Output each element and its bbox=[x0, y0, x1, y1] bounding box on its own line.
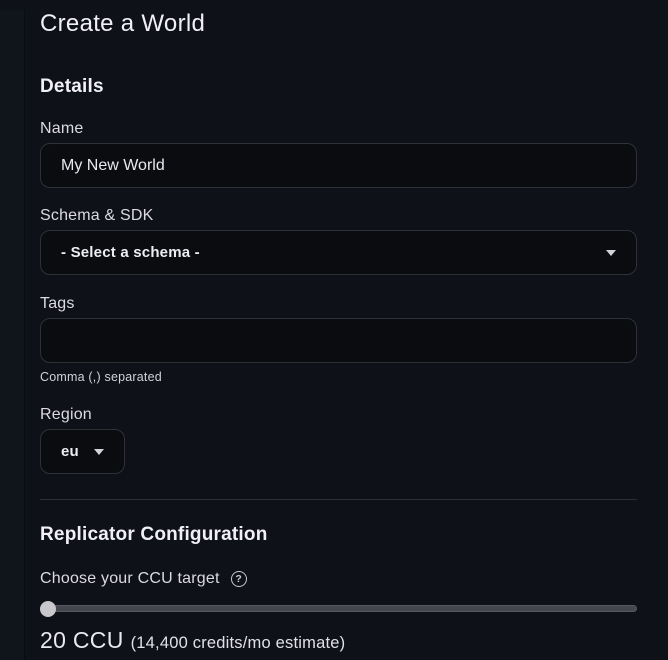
region-select[interactable]: eu bbox=[40, 429, 125, 474]
region-label: Region bbox=[40, 406, 637, 424]
tags-helper-text: Comma (,) separated bbox=[40, 370, 637, 384]
help-question-icon[interactable]: ? bbox=[231, 571, 247, 587]
slider-thumb[interactable] bbox=[40, 601, 56, 617]
ccu-value-text: 20 CCU bbox=[40, 627, 124, 654]
chevron-down-icon bbox=[94, 449, 104, 455]
ccu-target-label-row: Choose your CCU target ? bbox=[40, 570, 637, 588]
ccu-slider[interactable] bbox=[40, 601, 637, 617]
schema-sdk-label: Schema & SDK bbox=[40, 207, 637, 225]
region-select-value: eu bbox=[61, 443, 79, 460]
schema-select-value: - Select a schema - bbox=[61, 244, 200, 261]
tags-input[interactable] bbox=[40, 318, 637, 363]
page-title: Create a World bbox=[40, 10, 637, 38]
name-input[interactable] bbox=[40, 143, 637, 188]
details-section-heading: Details bbox=[40, 76, 637, 98]
chevron-down-icon bbox=[606, 250, 616, 256]
ccu-target-label: Choose your CCU target bbox=[40, 570, 220, 588]
create-world-form: Create a World Details Name Schema & SDK… bbox=[0, 10, 668, 654]
schema-select[interactable]: - Select a schema - bbox=[40, 230, 637, 275]
ccu-value-row: 20 CCU (14,400 credits/mo estimate) bbox=[40, 627, 637, 654]
section-divider bbox=[40, 499, 637, 500]
ccu-estimate-text: (14,400 credits/mo estimate) bbox=[131, 634, 346, 653]
tags-label: Tags bbox=[40, 295, 637, 313]
slider-track bbox=[40, 605, 637, 612]
name-label: Name bbox=[40, 120, 637, 138]
replicator-section-heading: Replicator Configuration bbox=[40, 524, 637, 546]
